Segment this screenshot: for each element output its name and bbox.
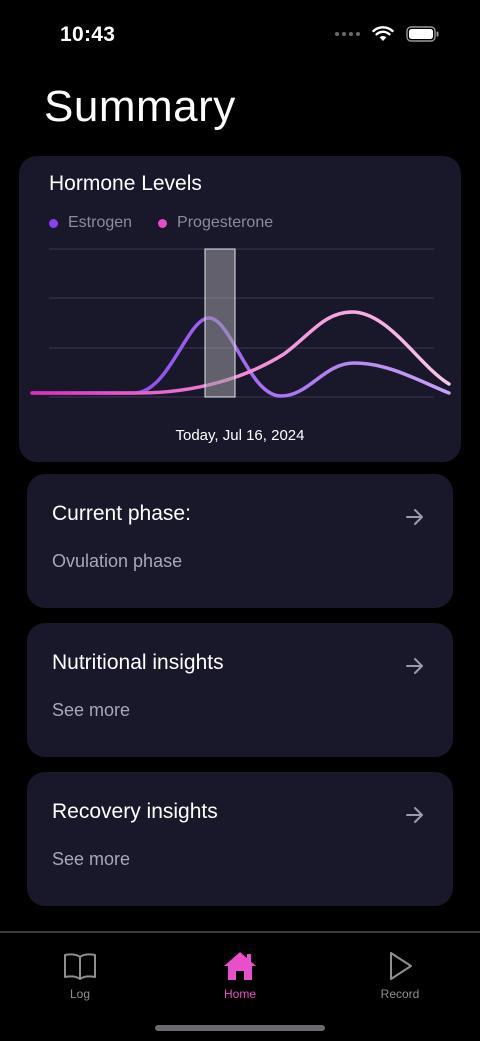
hormone-levels-card: Hormone Levels Estrogen Progesterone Tod… bbox=[19, 156, 461, 462]
status-time: 10:43 bbox=[60, 23, 116, 46]
battery-icon bbox=[406, 26, 439, 42]
tab-log[interactable]: Log bbox=[20, 951, 140, 1001]
chart-legend: Estrogen Progesterone bbox=[49, 214, 273, 232]
cellular-signal-icon bbox=[335, 32, 360, 36]
chart-date-label: Today, Jul 16, 2024 bbox=[175, 427, 305, 444]
wifi-icon bbox=[372, 26, 394, 41]
arrow-right-icon bbox=[406, 658, 423, 674]
tab-record[interactable]: Record bbox=[340, 951, 460, 1001]
nutritional-insights-title: Nutritional insights bbox=[52, 651, 224, 674]
tab-record-label: Record bbox=[380, 987, 420, 1001]
status-bar: 10:43 bbox=[0, 0, 480, 70]
home-indicator bbox=[155, 1025, 325, 1031]
recovery-insights-title: Recovery insights bbox=[52, 800, 218, 823]
hormone-chart[interactable] bbox=[19, 236, 461, 416]
current-phase-title: Current phase: bbox=[52, 502, 191, 525]
book-icon bbox=[64, 953, 96, 980]
page-title: Summary bbox=[44, 82, 236, 131]
home-icon bbox=[224, 952, 256, 980]
estrogen-legend-dot bbox=[49, 218, 58, 228]
nutritional-insights-card[interactable]: Nutritional insights See more bbox=[27, 623, 453, 757]
estrogen-line bbox=[30, 316, 451, 398]
nutritional-see-more-link: See more bbox=[52, 700, 131, 720]
arrow-right-icon bbox=[406, 509, 423, 525]
recovery-insights-card[interactable]: Recovery insights See more bbox=[27, 772, 453, 906]
legend-label-progesterone: Progesterone bbox=[177, 214, 274, 231]
today-highlight bbox=[204, 248, 236, 398]
tab-home[interactable]: Home bbox=[180, 951, 300, 1001]
legend-label-estrogen: Estrogen bbox=[68, 214, 133, 231]
legend-item-estrogen: Estrogen bbox=[49, 214, 132, 232]
play-icon bbox=[390, 952, 412, 980]
legend-item-progesterone: Progesterone bbox=[158, 214, 273, 232]
arrow-right-icon bbox=[406, 807, 423, 823]
current-phase-card[interactable]: Current phase: Ovulation phase bbox=[27, 474, 453, 608]
recovery-see-more-link: See more bbox=[52, 849, 131, 869]
hormone-levels-title: Hormone Levels bbox=[49, 172, 202, 195]
current-phase-value: Ovulation phase bbox=[52, 551, 183, 571]
status-icons bbox=[335, 26, 440, 42]
progesterone-legend-dot bbox=[158, 218, 168, 228]
tab-home-label: Home bbox=[223, 987, 256, 1001]
tab-log-label: Log bbox=[69, 987, 91, 1001]
